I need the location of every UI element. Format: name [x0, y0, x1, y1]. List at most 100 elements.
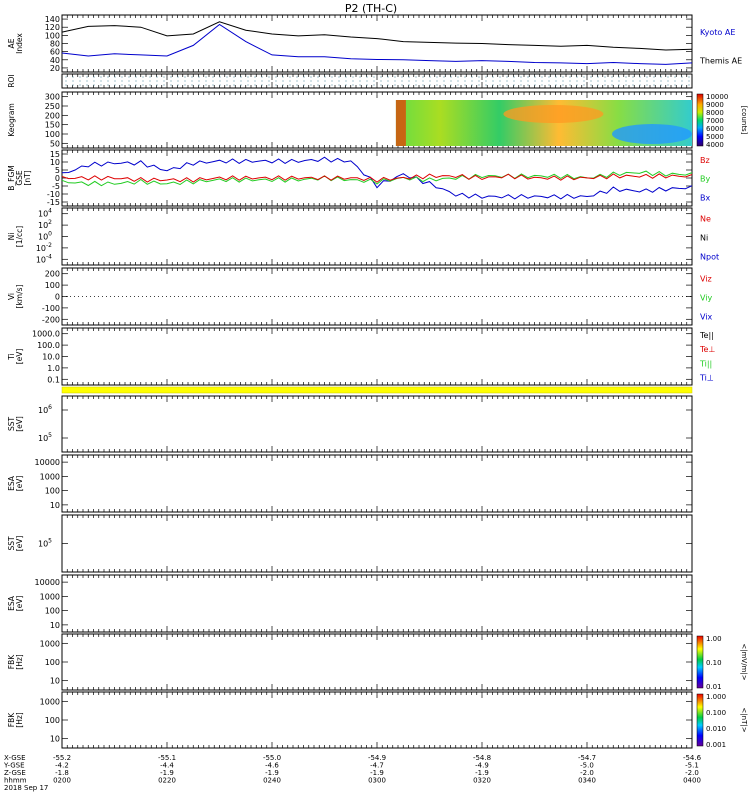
tick-label: 10	[50, 735, 60, 744]
colorbar-tick: 6000	[706, 125, 724, 133]
colorbar	[696, 635, 704, 689]
legend-entry: Viy	[700, 293, 713, 302]
x-tick-label: 0400	[683, 777, 701, 785]
series-by	[61, 170, 693, 187]
tick-label: 10	[50, 501, 60, 510]
tick-label: 100	[45, 658, 60, 667]
colorbar-tick: 8000	[706, 109, 724, 117]
colorbar-tick: 9000	[706, 101, 724, 109]
tick-label: 300	[45, 93, 60, 102]
colorbar-label: [counts]	[740, 106, 748, 135]
tick-label: 104	[38, 208, 52, 219]
tick-label: 100.0	[37, 341, 60, 350]
tick-label: 10-4	[36, 253, 52, 264]
panel-temperature: 0.11.010.0100.01000.0Ti [eV]Te||Te⊥Ti||Ti…	[7, 327, 715, 386]
x-tick-label: 0220	[158, 777, 176, 785]
series-themis-ae	[61, 23, 693, 65]
sst_elec-frame	[61, 514, 693, 573]
x-tick-label: 0200	[53, 777, 71, 785]
tick-label: 1000	[40, 592, 60, 601]
tick-label: 106	[38, 404, 52, 415]
fbk_b-frame	[61, 633, 693, 691]
temperature-frame	[61, 327, 693, 386]
tick-label: -100	[42, 304, 60, 313]
tick-label: 10	[50, 621, 60, 630]
axis-label: [Hz]	[15, 712, 24, 728]
legend-entry: Ne	[700, 214, 711, 223]
legend-entry: Kyoto AE	[700, 28, 735, 37]
x-axis-row-label: 2018 Sep 17	[4, 784, 48, 792]
legend-entry: Te⊥	[699, 345, 715, 354]
tick-label: 200	[45, 270, 60, 279]
legend-entry: Themis AE	[699, 56, 742, 65]
tick-label: 10.0	[42, 353, 60, 362]
axis-label: [eV]	[15, 476, 24, 492]
tick-label: 100	[45, 716, 60, 725]
colorbar	[696, 93, 704, 147]
colorbar-tick: 0.001	[706, 741, 726, 749]
tick-label: 100	[45, 130, 60, 139]
tick-label: 0	[55, 293, 60, 302]
tick-label: 200	[45, 111, 60, 120]
tick-label: 1000	[40, 472, 60, 481]
tick-label: 100	[45, 31, 60, 40]
plot-title: P2 (TH-C)	[345, 2, 397, 15]
tick-label: 250	[45, 102, 60, 111]
axis-label: [1/cc]	[15, 226, 24, 247]
series-bz	[61, 173, 693, 183]
legend-entry: Te||	[699, 331, 714, 340]
colorbar-tick: 0.10	[706, 659, 722, 667]
tick-label: 100	[45, 281, 60, 290]
tick-label: 1.0	[47, 364, 60, 373]
series-bx	[61, 156, 693, 200]
panel-roi: ROI	[7, 73, 693, 89]
panel-density: 10-410-2100102104Ni [1/cc]NeNiNpot	[7, 207, 719, 266]
colorbar-label: <|mV/m|>	[740, 643, 748, 680]
esa_elec-frame	[61, 574, 693, 633]
tick-label: 15	[50, 150, 60, 159]
tick-label: 10	[50, 158, 60, 167]
axis-label: [km/s]	[15, 284, 24, 308]
legend-entry: Ni	[700, 233, 708, 242]
panel-fbk_b: 101001000FBK [Hz]0.010.101.00<|mV/m|>	[7, 633, 748, 691]
tick-label: 5	[55, 166, 60, 175]
tick-label: 1000	[40, 697, 60, 706]
tick-label: 1000.0	[32, 330, 60, 339]
colorbar-tick: 0.010	[706, 725, 726, 733]
tick-label: 50	[50, 139, 60, 148]
tick-label: 105	[38, 538, 52, 549]
colorbar	[696, 693, 704, 747]
colorbar-tick: 4000	[706, 141, 724, 149]
tick-label: 60	[50, 48, 60, 57]
tick-label: 102	[38, 219, 52, 230]
colorbar-tick: 1.00	[706, 635, 722, 643]
tick-label: -10	[47, 190, 60, 199]
tick-label: 100	[45, 607, 60, 616]
axis-label: [eV]	[15, 596, 24, 612]
velocity-frame	[61, 267, 693, 326]
x-tick-label: 0340	[578, 777, 596, 785]
tick-label: 150	[45, 121, 60, 130]
panel-sst_elec: 105SST [eV]	[7, 514, 693, 573]
tick-label: 10000	[35, 578, 60, 587]
tick-label: 100	[45, 487, 60, 496]
tick-label: -5	[52, 182, 60, 191]
tick-label: 10-2	[36, 242, 52, 253]
legend-entry: Npot	[700, 252, 719, 261]
axis-label: ROI	[7, 74, 16, 87]
axis-label: Index	[15, 33, 24, 54]
axis-label: [Hz]	[15, 654, 24, 670]
fbk_e-frame	[61, 691, 693, 749]
tick-label: 10000	[35, 458, 60, 467]
tick-label: 0	[55, 174, 60, 183]
esa_ion-frame	[61, 454, 693, 513]
tick-label: 40	[50, 56, 60, 65]
panel-esa_ion: 10100100010000ESA [eV]	[7, 454, 693, 513]
axis-label: Keogram	[7, 103, 16, 137]
colorbar-tick: 1.000	[706, 693, 726, 701]
axis-label: [eV]	[15, 416, 24, 432]
tick-label: 0.1	[47, 375, 60, 384]
tick-label: 1000	[40, 639, 60, 648]
tick-label: 10	[50, 677, 60, 686]
legend-entry: Vix	[700, 312, 713, 321]
